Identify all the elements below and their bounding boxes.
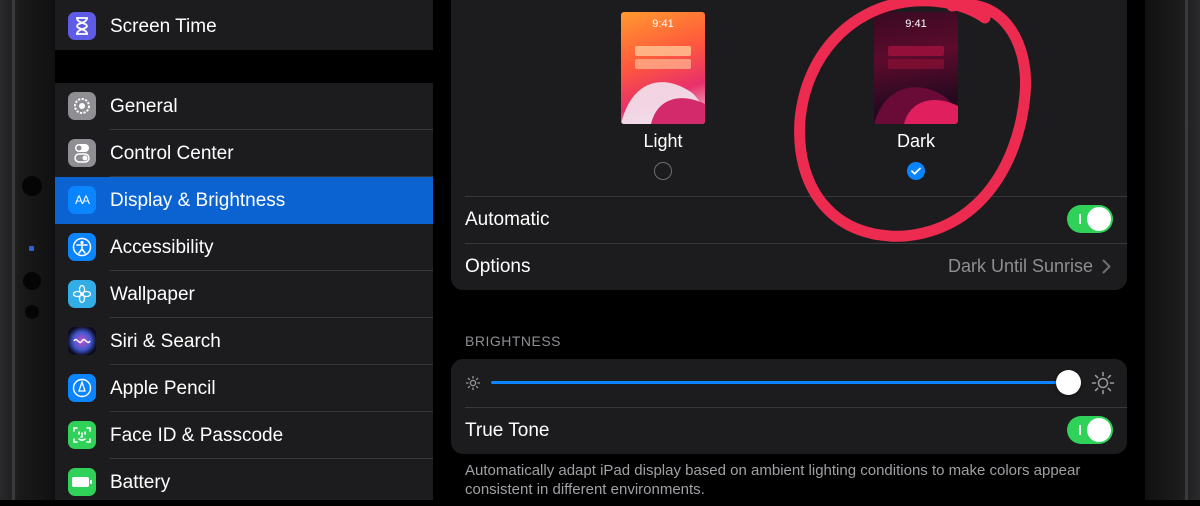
sidebar-item-apple-pencil[interactable]: Apple Pencil: [55, 365, 433, 412]
sun-small-icon: [465, 375, 481, 391]
accessibility-icon: [68, 233, 96, 261]
hourglass-icon: [68, 12, 96, 40]
sidebar-item-face-id-passcode[interactable]: Face ID & Passcode: [55, 412, 433, 459]
sidebar-group-top: Screen Time: [55, 0, 433, 50]
sidebar-item-label: Accessibility: [110, 237, 214, 258]
dark-option-label: Dark: [896, 131, 935, 151]
flower-icon: [68, 280, 96, 308]
sidebar-item-siri-search[interactable]: Siri & Search: [55, 318, 433, 365]
sidebar-item-label: Screen Time: [110, 16, 217, 37]
sidebar-item-accessibility[interactable]: Accessibility: [55, 224, 433, 271]
pencil-icon: [68, 374, 96, 402]
camera-sensor: [23, 272, 41, 290]
automatic-toggle[interactable]: [1067, 205, 1113, 233]
sensor-light: [29, 246, 34, 251]
automatic-label: Automatic: [465, 209, 550, 230]
display-brightness-panel: 9:41 Light 9:41 Dark Automatic Options D…: [433, 0, 1145, 500]
camera-sensor: [25, 305, 39, 319]
sidebar-group-gap: [55, 50, 433, 83]
light-radio-button[interactable]: [654, 162, 672, 180]
sidebar-item-screen-time[interactable]: Screen Time: [55, 3, 433, 50]
preview-time: 9:41: [652, 18, 674, 30]
true-tone-description: Automatically adapt iPad display based o…: [465, 462, 1081, 498]
row-divider: [465, 407, 1127, 408]
dark-mode-preview[interactable]: 9:41: [874, 12, 958, 124]
sun-large-icon: [1091, 371, 1115, 395]
sidebar-item-label: Apple Pencil: [110, 378, 216, 399]
gear-icon: [68, 92, 96, 120]
sidebar-item-label: General: [110, 96, 178, 117]
sidebar-item-general[interactable]: General: [55, 83, 433, 130]
true-tone-toggle[interactable]: [1067, 416, 1113, 444]
true-tone-label: True Tone: [465, 420, 550, 441]
brightness-section-header: BRIGHTNESS: [465, 333, 562, 349]
dark-radio-button[interactable]: [907, 162, 925, 180]
battery-icon: [68, 468, 96, 496]
switches-icon: [68, 139, 96, 167]
options-row[interactable]: Options Dark Until Sunrise: [451, 243, 1127, 290]
text-size-icon: AA: [68, 186, 96, 214]
options-value: Dark Until Sunrise: [947, 256, 1093, 276]
toggle-knob: [1087, 418, 1111, 442]
camera-sensor: [22, 176, 42, 196]
sidebar-item-battery[interactable]: Battery: [55, 459, 433, 506]
device-bezel-right: [1145, 0, 1200, 500]
options-label: Options: [465, 256, 531, 277]
light-option-label: Light: [643, 131, 683, 151]
sidebar-item-label: Display & Brightness: [110, 190, 286, 211]
sidebar-group-main: General Control Center AA Display & Brig…: [55, 83, 433, 500]
checkmark-icon: [911, 167, 921, 175]
brightness-card: True Tone: [451, 359, 1127, 454]
chevron-right-icon: [1102, 259, 1111, 274]
brightness-slider-thumb[interactable]: [1056, 370, 1081, 395]
toggle-knob: [1087, 207, 1111, 231]
face-id-icon: [68, 421, 96, 449]
toggle-on-mark: [1079, 425, 1081, 435]
sidebar-item-control-center[interactable]: Control Center: [55, 130, 433, 177]
sidebar-item-label: Control Center: [110, 143, 234, 164]
sidebar-item-display-brightness[interactable]: AA Display & Brightness: [55, 177, 433, 224]
device-bezel-left: [0, 0, 55, 500]
true-tone-row[interactable]: True Tone: [451, 407, 1127, 454]
preview-time: 9:41: [905, 18, 927, 30]
appearance-card: 9:41 Light 9:41 Dark Automatic Options D…: [451, 0, 1127, 290]
brightness-slider-track[interactable]: [491, 381, 1068, 384]
sidebar-item-label: Battery: [110, 472, 171, 493]
toggle-on-mark: [1079, 214, 1081, 224]
sidebar-item-wallpaper[interactable]: Wallpaper: [55, 271, 433, 318]
automatic-row[interactable]: Automatic: [451, 196, 1127, 243]
sidebar-item-label: Siri & Search: [110, 331, 221, 352]
settings-sidebar: Screen Time General Control Center AA Di…: [55, 0, 433, 500]
light-mode-preview[interactable]: 9:41: [621, 12, 705, 124]
siri-icon: [68, 327, 96, 355]
sidebar-item-label: Wallpaper: [110, 284, 195, 305]
row-divider: [465, 196, 1127, 197]
sidebar-item-label: Face ID & Passcode: [110, 425, 284, 446]
